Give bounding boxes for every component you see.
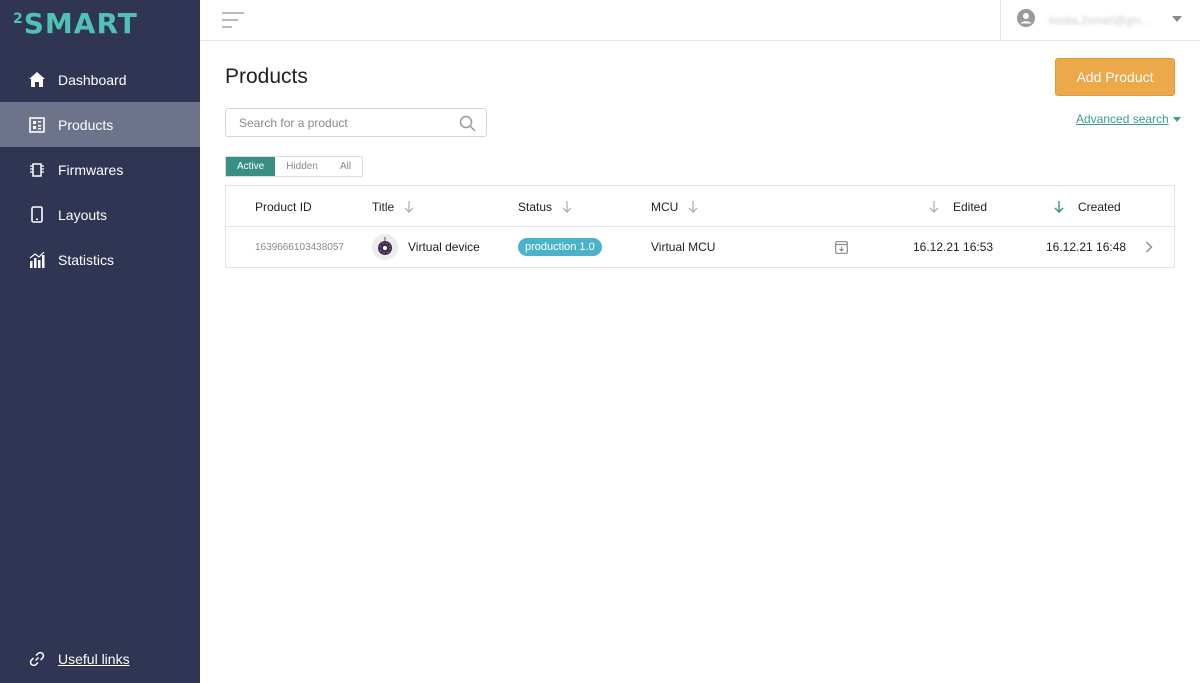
advanced-search-link[interactable]: Advanced search [1076,112,1181,126]
column-header-title[interactable]: Title [372,200,414,214]
logo[interactable]: 2 SMART [13,10,138,40]
sidebar-item-label: Dashboard [58,71,127,88]
chevron-right-icon[interactable] [1145,227,1153,267]
column-label: Created [1078,200,1121,214]
useful-links-label: Useful links [58,651,130,667]
sort-arrow-icon [929,201,939,213]
table-row[interactable]: 1639666103438057 Virtual device producti… [226,227,1174,267]
column-header-status[interactable]: Status [518,200,572,214]
sidebar-item-label: Statistics [58,251,115,268]
device-avatar [372,234,398,260]
products-table: Product ID Title Status MCU Edited Creat… [225,185,1175,268]
sidebar: 2 SMART Dashboard Products Firmwares Lay… [0,0,200,683]
sidebar-item-dashboard[interactable]: Dashboard [0,57,200,102]
tab-all[interactable]: All [329,157,362,176]
logo-superscript: 2 [13,11,23,27]
column-label: Status [518,200,553,214]
created-cell: 16.12.21 16:48 [1046,240,1127,254]
sidebar-item-label: Products [58,116,114,133]
menu-toggle-icon[interactable] [222,12,246,30]
search-box [225,108,487,137]
sidebar-item-products[interactable]: Products [0,102,200,147]
title-cell: Virtual device [372,227,480,267]
sort-arrow-icon [688,201,698,213]
phone-icon [28,206,46,224]
status-badge: production 1.0 [518,238,602,256]
chevron-down-icon [1172,16,1182,22]
search-icon[interactable] [459,115,476,132]
sort-arrow-active-icon [1054,201,1064,213]
logo-text: SMART [23,7,138,40]
tab-hidden[interactable]: Hidden [275,157,329,176]
link-icon [28,650,46,668]
sidebar-nav: Dashboard Products Firmwares Layouts Sta… [0,57,200,282]
user-menu[interactable]: kostia.2smart@gm... [1000,0,1200,41]
chip-icon [28,161,46,179]
filter-tabs: Active Hidden All [225,156,364,177]
sidebar-item-statistics[interactable]: Statistics [0,237,200,282]
column-label: Edited [953,200,988,214]
tab-active[interactable]: Active [226,157,276,176]
sidebar-item-firmwares[interactable]: Firmwares [0,147,200,192]
column-label: Title [372,200,395,214]
page-title: Products [225,65,308,88]
column-header-edited[interactable]: Edited [929,200,987,214]
sort-arrow-icon [562,201,572,213]
column-header-mcu[interactable]: MCU [651,200,698,214]
user-avatar-icon [1017,9,1035,32]
column-label: MCU [651,200,679,214]
status-cell: production 1.0 [518,227,602,267]
column-header-product-id[interactable]: Product ID [255,200,312,214]
search-input[interactable] [226,115,451,130]
column-header-created[interactable]: Created [1054,200,1121,214]
caret-down-icon [1172,116,1181,122]
title-text: Virtual device [408,240,480,254]
sidebar-item-layouts[interactable]: Layouts [0,192,200,237]
product-id-cell: 1639666103438057 [255,241,344,253]
table-header: Product ID Title Status MCU Edited Creat… [226,186,1174,227]
sort-arrow-icon [404,201,414,213]
top-bar: kostia.2smart@gm... [200,0,1200,41]
mcu-cell: Virtual MCU [651,240,716,254]
sidebar-item-label: Layouts [58,206,108,223]
sidebar-item-label: Firmwares [58,161,124,178]
products-icon [28,116,46,134]
column-label: Product ID [255,200,312,214]
useful-links-link[interactable]: Useful links [28,650,130,668]
add-product-button[interactable]: Add Product [1055,58,1175,96]
archive-icon[interactable] [835,227,848,267]
chart-icon [28,251,46,269]
advanced-search-label: Advanced search [1076,112,1169,126]
edited-cell: 16.12.21 16:53 [913,240,994,254]
user-email: kostia.2smart@gm... [1049,14,1149,27]
home-icon [28,71,46,89]
